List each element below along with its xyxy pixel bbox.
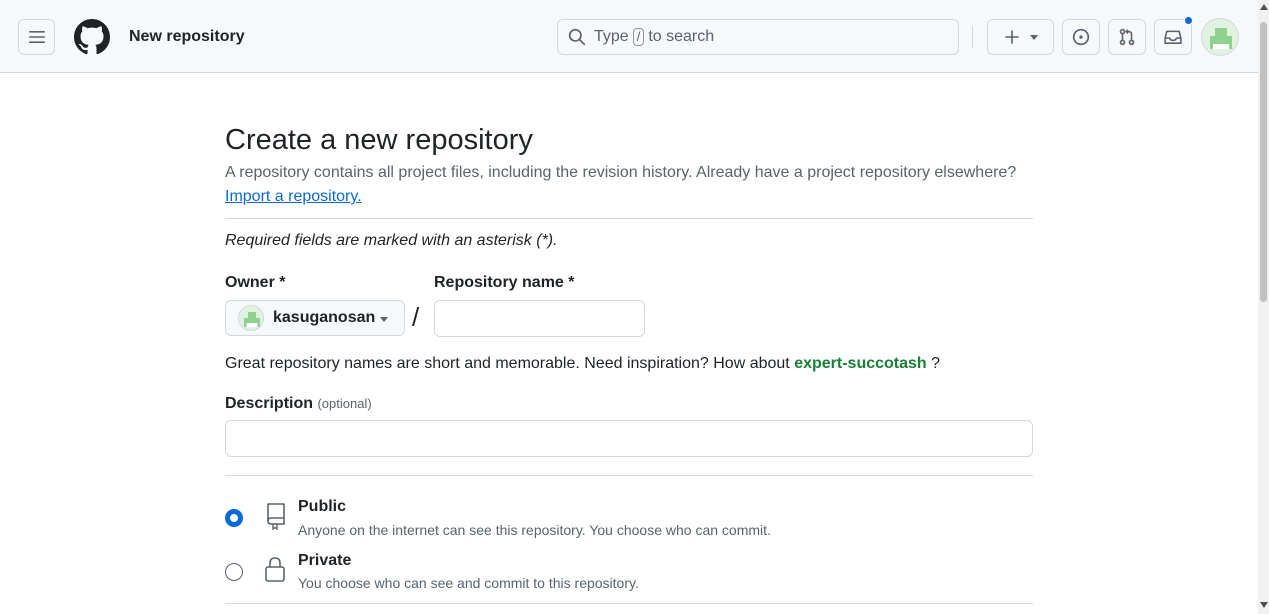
public-description: Anyone on the internet can see this repo… [298, 522, 771, 538]
chevron-down-icon [1029, 34, 1038, 40]
private-title: Private [298, 552, 352, 569]
search-placeholder-suffix: to search [648, 28, 715, 45]
plus-icon [1004, 30, 1019, 44]
page-scrollbar[interactable] [1258, 0, 1269, 614]
public-title: Public [298, 498, 347, 515]
search-shortcut-key: / [632, 28, 645, 46]
pull-requests-button[interactable] [1108, 19, 1146, 55]
owner-dropdown[interactable]: kasuganosan [225, 300, 405, 336]
import-repository-link[interactable]: Import a repository. [225, 188, 362, 206]
owner-avatar [238, 305, 264, 331]
public-radio[interactable] [225, 509, 243, 527]
user-avatar[interactable] [1201, 18, 1239, 56]
description-input[interactable] [225, 420, 1033, 457]
owner-repo-separator: / [412, 302, 420, 332]
scrollbar-thumb[interactable] [1260, 22, 1267, 302]
chevron-down-icon [380, 317, 388, 322]
required-fields-note: Required fields are marked with an aster… [225, 232, 558, 249]
private-description: You choose who can see and commit to thi… [298, 575, 639, 591]
search-input[interactable]: Type / to search [557, 19, 959, 55]
description-label-text: Description [225, 395, 314, 412]
issues-button[interactable] [1062, 19, 1100, 55]
repository-name-input[interactable] [434, 300, 645, 337]
lock-icon [265, 557, 285, 582]
owner-value: kasuganosan [273, 309, 376, 326]
context-title[interactable]: New repository [129, 28, 245, 46]
header-divider [972, 26, 973, 48]
scroll-up-arrow-icon[interactable] [1260, 4, 1268, 10]
description-label: Description (optional) [225, 395, 372, 413]
owner-label: Owner * [225, 274, 286, 291]
repo-icon [267, 503, 285, 530]
section-divider [225, 475, 1033, 476]
name-suggestion-hint: Great repository names are short and mem… [225, 355, 940, 373]
owner-identicon-icon [244, 312, 260, 327]
optional-badge: (optional) [317, 396, 372, 411]
search-placeholder-prefix: Type [594, 28, 629, 45]
suggested-name-link[interactable]: expert-succotash [794, 355, 927, 372]
issue-opened-icon [1072, 28, 1090, 46]
repository-name-label: Repository name * [434, 274, 575, 291]
global-header: New repository Type / to search [0, 0, 1258, 73]
create-new-button[interactable] [987, 19, 1054, 55]
git-pull-request-icon [1119, 28, 1135, 46]
hamburger-icon [28, 31, 45, 43]
search-icon [568, 28, 586, 46]
inbox-icon [1164, 30, 1182, 44]
github-logo-icon[interactable] [74, 19, 110, 55]
section-divider [225, 603, 1033, 604]
hint-end: ? [931, 355, 941, 372]
scroll-down-arrow-icon[interactable] [1260, 602, 1268, 608]
hint-text: Great repository names are short and mem… [225, 355, 790, 372]
section-divider [225, 218, 1033, 219]
private-radio[interactable] [225, 563, 243, 581]
unread-notification-dot [1184, 16, 1193, 25]
open-menu-button[interactable] [18, 19, 55, 55]
page-subtitle: A repository contains all project files,… [225, 164, 1017, 181]
avatar-identicon-icon [1210, 28, 1232, 49]
page-title: Create a new repository [225, 124, 533, 156]
